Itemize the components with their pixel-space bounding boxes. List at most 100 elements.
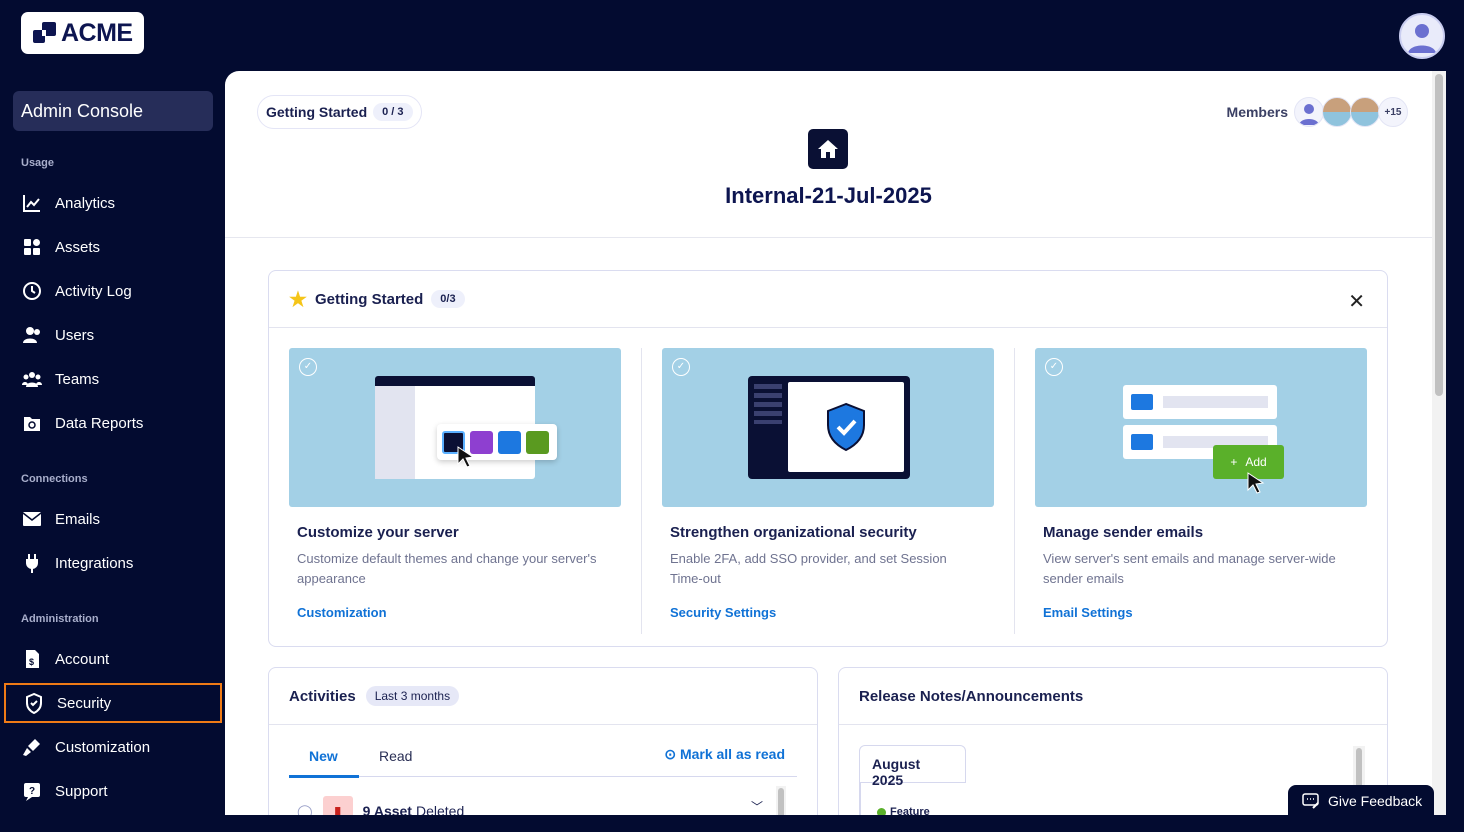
activities-range[interactable]: Last 3 months — [365, 686, 460, 706]
email-settings-link[interactable]: Email Settings — [1043, 605, 1133, 620]
security-settings-link[interactable]: Security Settings — [670, 605, 776, 620]
sidebar-item-security[interactable]: Security — [4, 683, 222, 723]
scrollbar-thumb[interactable] — [1435, 74, 1443, 396]
workspace-title: Internal-21-Jul-2025 — [725, 183, 932, 208]
members[interactable]: Members +15 — [1227, 97, 1408, 127]
customization-link[interactable]: Customization — [297, 605, 387, 620]
section-label-connections: Connections — [21, 473, 88, 485]
task-card-customize: ✓ Customize your server Customize defaul… — [289, 348, 621, 620]
check-circle-icon: ✓ — [1045, 358, 1063, 376]
check-circle-icon: ⊙ — [664, 746, 680, 762]
support-icon: ? — [24, 783, 40, 801]
sidebar-item-label: Customization — [55, 738, 151, 756]
divider — [641, 348, 642, 634]
sidebar-item-label: Integrations — [55, 554, 134, 572]
check-circle-icon: ✓ — [672, 358, 690, 376]
acme-logo[interactable]: ACME — [21, 12, 144, 54]
sidebar-item-label: Assets — [55, 238, 101, 256]
sidebar-item-data-reports[interactable]: Data Reports — [21, 408, 211, 438]
give-feedback-button[interactable]: Give Feedback — [1288, 785, 1434, 817]
history-icon — [23, 282, 41, 300]
svg-text:?: ? — [29, 786, 35, 797]
close-icon[interactable]: ✕ — [1348, 289, 1365, 314]
divider — [225, 237, 1432, 238]
divider — [1014, 348, 1015, 634]
sidebar-item-analytics[interactable]: Analytics — [21, 188, 211, 218]
getting-started-card: ★ Getting Started 0/3 ✕ ✓ Customize your… — [268, 270, 1388, 647]
user-avatar[interactable] — [1399, 13, 1445, 59]
activity-action: Deleted — [415, 803, 465, 815]
sidebar-item-activity-log[interactable]: Activity Log — [21, 276, 211, 306]
sidebar-item-label: Teams — [55, 370, 100, 388]
pill-label: Getting Started — [266, 104, 368, 120]
shield-icon — [26, 692, 42, 714]
emails-illustration: ✓ + Add — [1035, 348, 1367, 507]
feedback-icon — [1302, 793, 1319, 809]
report-icon — [24, 417, 40, 431]
section-label-usage: Usage — [21, 157, 55, 169]
task-title: Manage sender emails — [1043, 524, 1204, 541]
logo-mark-icon — [33, 22, 56, 43]
getting-started-count: 0/3 — [431, 290, 465, 308]
chevron-down-icon[interactable]: ﹀ — [751, 798, 763, 815]
brand-name: ACME — [61, 18, 133, 47]
release-notes-title: Release Notes/Announcements — [859, 687, 1084, 705]
sidebar-item-label: Activity Log — [55, 282, 132, 300]
security-illustration: ✓ — [662, 348, 994, 507]
check-circle-icon: ◯ — [297, 802, 313, 816]
getting-started-pill[interactable]: Getting Started 0 / 3 — [257, 95, 422, 129]
tab-new[interactable]: New — [309, 748, 338, 764]
members-extra-count: +15 — [1378, 97, 1408, 127]
sidebar-item-users[interactable]: Users — [21, 320, 211, 350]
sidebar-item-assets[interactable]: Assets — [21, 232, 211, 262]
sidebar-item-customization[interactable]: Customization — [21, 732, 211, 762]
release-month-tab[interactable]: August 2025 — [859, 745, 966, 788]
sidebar-item-label: Data Reports — [55, 414, 144, 432]
sidebar-item-label: Security — [57, 694, 112, 712]
sidebar-item-account[interactable]: $ Account — [21, 644, 211, 674]
sidebar-item-emails[interactable]: Emails — [21, 504, 211, 534]
activity-item[interactable]: ◯ ▮ 9 Asset Deleted — [297, 796, 464, 815]
team-icon — [22, 372, 42, 387]
task-description: View server's sent emails and manage ser… — [1043, 551, 1336, 586]
sidebar-item-label: Support — [55, 782, 108, 800]
activity-tabs: New Read ⊙ Mark all as read — [289, 740, 797, 778]
activities-title: Activities — [289, 687, 356, 705]
activities-card: Activities Last 3 months New Read ⊙ Mark… — [268, 667, 818, 815]
getting-started-title: Getting Started — [314, 290, 424, 308]
feature-dot-icon — [877, 807, 886, 815]
mail-icon — [22, 512, 42, 526]
sidebar-item-teams[interactable]: Teams — [21, 364, 211, 394]
task-description: Customize default themes and change your… — [297, 551, 597, 586]
sidebar-item-label: Emails — [55, 510, 101, 528]
sidebar-item-label: Analytics — [55, 194, 116, 212]
task-title: Strengthen organizational security — [670, 524, 917, 541]
sidebar-item-integrations[interactable]: Integrations — [21, 548, 211, 578]
main-panel: Getting Started 0 / 3 Members +15 Intern… — [225, 71, 1432, 815]
mark-all-read-label: Mark all as read — [679, 746, 785, 762]
sidebar-item-support[interactable]: ? Support — [21, 776, 211, 806]
give-feedback-label: Give Feedback — [1328, 793, 1423, 809]
cursor-icon — [1247, 472, 1265, 494]
brush-icon — [23, 739, 40, 756]
home-icon — [808, 129, 848, 169]
shield-check-icon — [827, 402, 865, 452]
section-label-administration: Administration — [21, 613, 99, 625]
members-label: Members — [1226, 104, 1288, 120]
mark-all-read-button[interactable]: ⊙ Mark all as read — [664, 746, 785, 763]
trash-icon: ▮ — [322, 796, 353, 815]
plus-icon: + — [1230, 455, 1238, 469]
plug-icon — [26, 554, 38, 573]
task-card-security: ✓ Strengthen organizational security Ena… — [662, 348, 994, 620]
svg-text:$: $ — [29, 657, 34, 667]
customize-illustration: ✓ — [289, 348, 621, 507]
member-avatar — [1322, 97, 1352, 127]
account-icon: $ — [26, 650, 39, 668]
sidebar-item-label: Users — [55, 326, 95, 344]
user-icon — [23, 327, 40, 343]
activity-count: 9 Asset — [362, 803, 412, 815]
check-circle-icon: ✓ — [299, 358, 317, 376]
tab-read[interactable]: Read — [379, 748, 412, 764]
star-icon: ★ — [289, 288, 307, 311]
admin-console-header: Admin Console — [13, 91, 213, 131]
